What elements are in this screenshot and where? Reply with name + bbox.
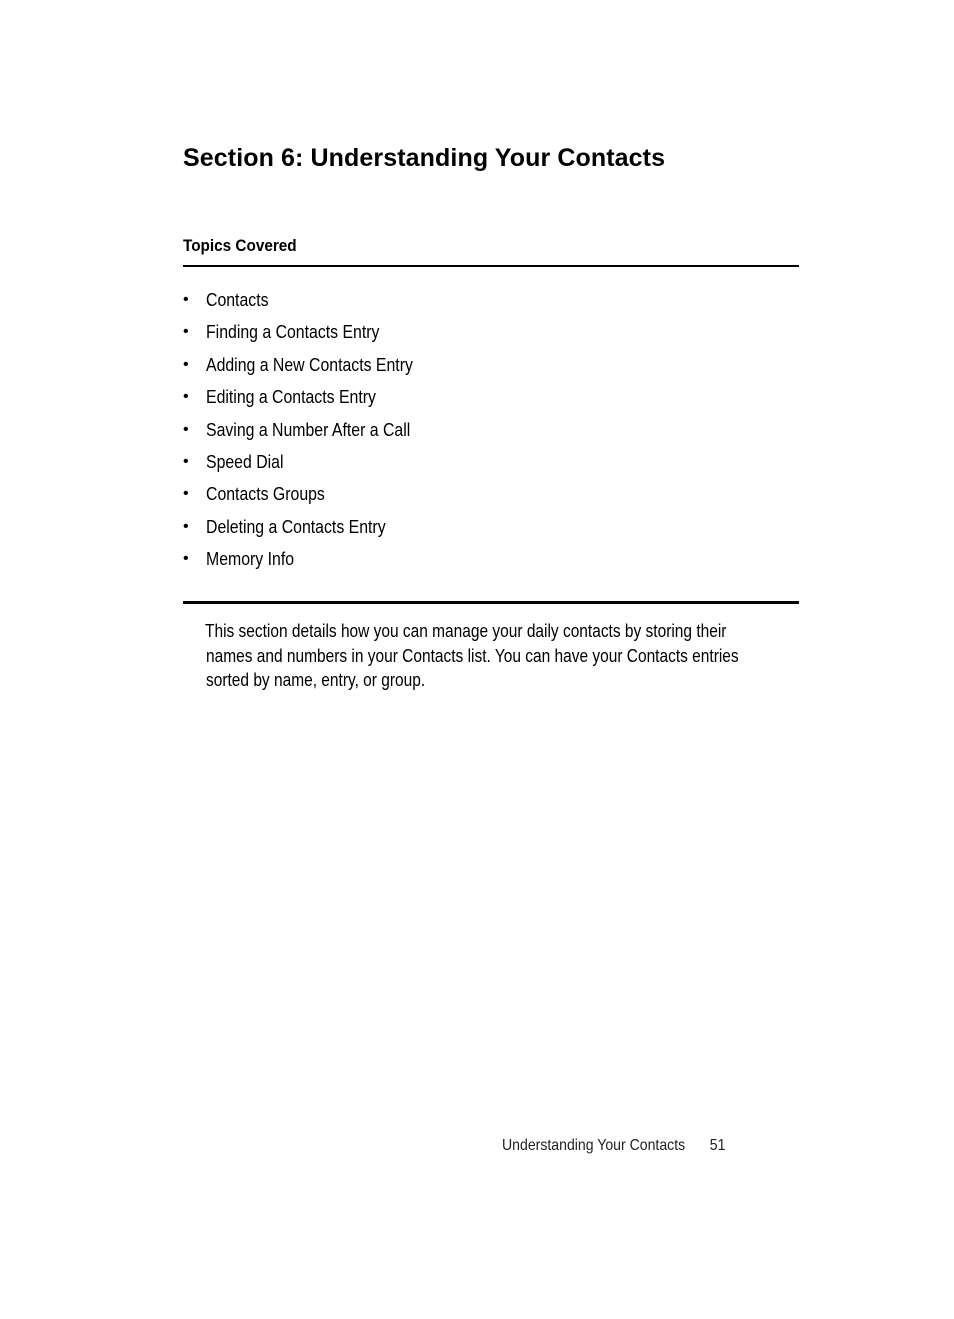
intro-paragraph: This section details how you can manage … [205, 619, 845, 693]
bullet-icon: • [183, 550, 189, 568]
intro-line: names and numbers in your Contacts list.… [206, 645, 739, 666]
page-number: 51 [709, 1137, 726, 1154]
topic-item[interactable]: • Adding a New Contacts Entry [183, 354, 441, 386]
bullet-icon: • [183, 323, 189, 341]
topic-label: Finding a Contacts Entry [206, 322, 380, 343]
bullet-icon: • [183, 485, 189, 503]
bullet-icon: • [183, 517, 189, 535]
page-footer: Understanding Your Contacts 51 [502, 1137, 725, 1155]
bullet-icon: • [183, 291, 189, 308]
topic-label: Contacts Groups [206, 484, 325, 505]
topic-label: Deleting a Contacts Entry [206, 516, 386, 537]
bullet-icon: • [183, 420, 189, 438]
intro-line: sorted by name, entry, or group. [206, 670, 426, 690]
topic-label: Editing a Contacts Entry [206, 387, 376, 408]
topic-item[interactable]: • Contacts Groups [183, 483, 441, 515]
topic-label: Saving a Number After a Call [206, 419, 411, 440]
topic-label: Memory Info [206, 549, 295, 570]
footer-chapter-title: Understanding Your Contacts [502, 1137, 686, 1154]
topics-top-divider [183, 265, 799, 267]
topics-heading: Topics Covered [183, 236, 297, 255]
topic-label: Adding a New Contacts Entry [206, 354, 413, 375]
topic-item[interactable]: • Speed Dial [183, 451, 441, 483]
topic-item[interactable]: • Editing a Contacts Entry [183, 386, 441, 418]
topic-item[interactable]: • Memory Info [183, 548, 441, 580]
topic-label: Contacts [206, 290, 269, 310]
topics-list: • Contacts • Finding a Contacts Entry • Add… [183, 289, 441, 581]
topic-item[interactable]: • Finding a Contacts Entry [183, 321, 441, 353]
topic-item[interactable]: • Saving a Number After a Call [183, 419, 441, 451]
topic-item[interactable]: • Deleting a Contacts Entry [183, 516, 441, 548]
bullet-icon: • [183, 388, 189, 406]
topic-label: Speed Dial [206, 451, 284, 472]
bullet-icon: • [183, 355, 189, 373]
page-title: Section 6: Understanding Your Contacts [183, 144, 666, 172]
topics-bottom-divider [183, 601, 799, 604]
intro-line: This section details how you can manage … [205, 621, 727, 641]
topic-item[interactable]: • Contacts [183, 289, 441, 321]
bullet-icon: • [183, 452, 189, 470]
